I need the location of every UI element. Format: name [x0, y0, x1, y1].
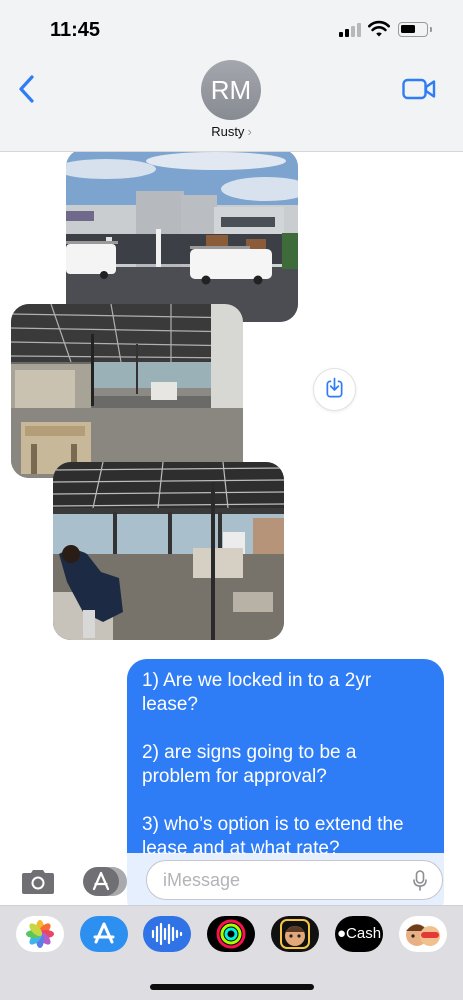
compose-bar: iMessage: [0, 853, 463, 905]
interior-photo-image: [11, 304, 243, 478]
chevron-right-icon: ›: [247, 124, 252, 139]
facetime-video-icon[interactable]: [402, 77, 436, 101]
memoji-stickers-icon[interactable]: [399, 916, 447, 952]
apple-cash-label: Cash: [346, 925, 382, 942]
battery-icon: [398, 22, 432, 37]
apple-cash-icon[interactable]: ●Cash: [335, 916, 383, 952]
home-indicator[interactable]: [150, 984, 314, 990]
worker-photo-image: [53, 462, 284, 640]
cellular-signal-icon: [339, 23, 363, 37]
message-paragraph-1: 1) Are we locked in to a 2yr lease?: [142, 670, 372, 715]
fitness-activity-icon[interactable]: [207, 916, 255, 952]
photos-app-icon[interactable]: [16, 916, 64, 952]
conversation-header: 11:45 RM Rusty ›: [0, 0, 463, 152]
contact-name: Rusty: [211, 124, 245, 139]
message-input-placeholder: iMessage: [163, 870, 241, 890]
app-store-apps-icon[interactable]: [81, 865, 127, 898]
camera-icon[interactable]: [19, 868, 57, 896]
attachment-photo-interior-worker[interactable]: [53, 462, 284, 640]
wifi-icon: [368, 20, 390, 37]
memoji-icon[interactable]: [271, 916, 319, 952]
back-button[interactable]: [16, 74, 40, 104]
attachment-photo-interior-left[interactable]: [11, 304, 243, 478]
microphone-icon[interactable]: [412, 870, 428, 892]
save-photos-button[interactable]: [313, 368, 356, 411]
contact-name-button[interactable]: Rusty ›: [0, 124, 463, 139]
message-paragraph-2: 2) are signs going to be a problem for a…: [142, 742, 357, 787]
attachment-photo-storefront[interactable]: [66, 149, 298, 322]
messages-screen: 11:45 RM Rusty › 1) Are we locked in to …: [0, 0, 463, 1000]
message-input[interactable]: iMessage: [146, 860, 443, 900]
apple-logo-icon: ●: [336, 925, 347, 942]
storefront-photo-image: [66, 149, 298, 322]
status-time: 11:45: [50, 19, 101, 41]
contact-avatar[interactable]: RM: [201, 60, 261, 120]
audio-message-icon[interactable]: [143, 916, 191, 952]
app-store-icon[interactable]: [80, 916, 128, 952]
